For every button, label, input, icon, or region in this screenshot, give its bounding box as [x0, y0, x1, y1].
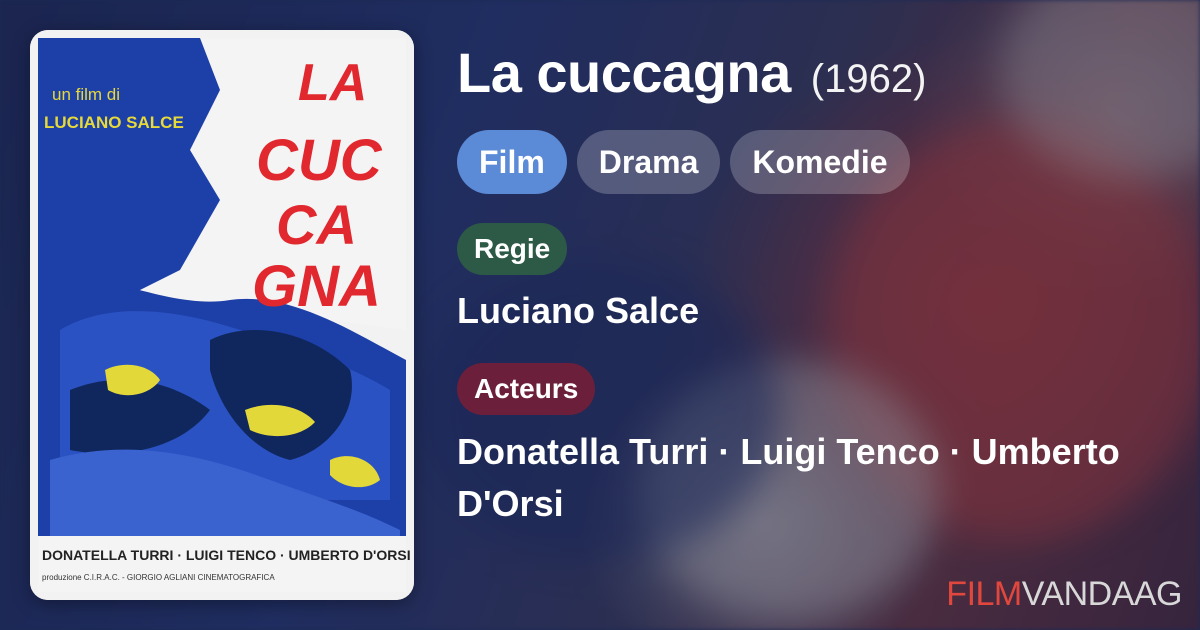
tag-film[interactable]: Film	[457, 130, 567, 194]
movie-title: La cuccagna	[457, 41, 791, 104]
poster-title-line: LA	[298, 54, 367, 112]
actors-list: Donatella Turri · Luigi Tenco · Umberto …	[457, 431, 1120, 524]
title-row: La cuccagna (1962)	[457, 40, 1177, 112]
poster-director: LUCIANO SALCE	[44, 113, 184, 132]
tag-komedie[interactable]: Komedie	[730, 130, 910, 194]
tag-drama[interactable]: Drama	[576, 130, 721, 194]
site-logo: FILMVANDAAG	[946, 575, 1182, 614]
director-name: Luciano Salce	[457, 290, 700, 331]
movie-year: (1962)	[810, 57, 927, 101]
logo-part-film: FILM	[946, 575, 1022, 613]
poster-title-line: CUC	[256, 128, 383, 193]
actors-label: Acteurs	[457, 363, 596, 415]
director-label: Regie	[457, 223, 568, 275]
movie-poster: un film di LUCIANO SALCE LA CUC CA GNA D…	[30, 30, 414, 600]
poster-cast: DONATELLA TURRI · LUIGI TENCO · UMBERTO …	[42, 547, 411, 563]
poster-title-line: CA	[276, 193, 357, 256]
poster-title-line: GNA	[252, 254, 381, 319]
movie-info: La cuccagna (1962) Film Drama Komedie Re…	[457, 40, 1177, 530]
genre-tags: Film Drama Komedie	[457, 130, 1177, 194]
poster-credits: produzione C.I.R.A.C. - GIORGIO AGLIANI …	[42, 573, 275, 582]
poster-tagline: un film di	[52, 85, 120, 104]
logo-part-vandaag: VANDAAG	[1021, 575, 1183, 613]
